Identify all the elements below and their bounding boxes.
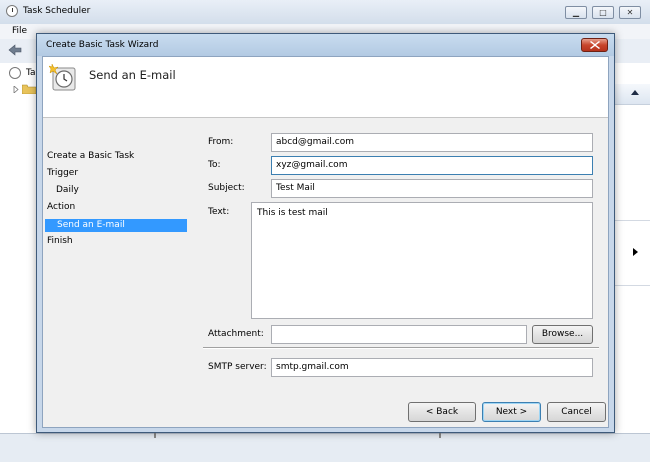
nav-step-trigger: Trigger xyxy=(47,168,79,178)
cancel-button[interactable]: Cancel xyxy=(547,402,606,422)
scheduled-task-clock-icon xyxy=(49,63,76,91)
nav-step-create-basic-task: Create a Basic Task xyxy=(47,151,135,161)
subject-field[interactable]: Test Mail xyxy=(271,179,593,198)
status-area xyxy=(0,433,650,462)
nav-step-action: Action xyxy=(47,202,76,212)
tree-expand-icon[interactable] xyxy=(13,86,19,93)
text-body-field[interactable]: This is test mail xyxy=(251,202,593,319)
wizard-close-button[interactable] xyxy=(581,38,608,52)
actions-separator xyxy=(615,220,650,221)
maximize-button[interactable]: □ xyxy=(592,6,614,19)
subject-label: Subject: xyxy=(208,183,245,193)
attachment-field[interactable] xyxy=(271,325,527,344)
task-scheduler-title: Task Scheduler xyxy=(23,6,91,16)
text-label: Text: xyxy=(208,207,230,217)
back-button[interactable]: < Back xyxy=(408,402,476,422)
create-basic-task-wizard: Create Basic Task Wizard Send an E-mail … xyxy=(36,33,615,433)
nav-step-finish: Finish xyxy=(47,236,73,246)
tree-root-label[interactable]: Ta xyxy=(26,68,36,78)
next-button[interactable]: Next > xyxy=(482,402,541,422)
wizard-header: Send an E-mail xyxy=(43,57,608,118)
submenu-arrow-icon[interactable] xyxy=(633,248,638,256)
from-field[interactable]: abcd@gmail.com xyxy=(271,133,593,152)
nav-step-daily: Daily xyxy=(56,185,79,195)
task-scheduler-titlebar xyxy=(0,0,650,24)
to-field[interactable]: xyz@gmail.com xyxy=(271,156,593,175)
navigation-tree-pane xyxy=(0,63,39,433)
to-label: To: xyxy=(208,160,221,170)
actions-separator xyxy=(615,285,650,286)
wizard-body: Send an E-mail Create a Basic Task Trigg… xyxy=(42,56,609,428)
wizard-title: Create Basic Task Wizard xyxy=(46,40,159,50)
menu-file[interactable]: File xyxy=(12,26,27,36)
attachment-label: Attachment: xyxy=(208,329,264,339)
task-scheduler-tree-icon xyxy=(9,67,21,79)
form-divider xyxy=(203,347,599,349)
close-icon xyxy=(590,41,600,49)
nav-step-send-email-selected: Send an E-mail xyxy=(45,219,187,232)
task-scheduler-clock-icon xyxy=(6,5,18,17)
minimize-button[interactable]: ▁ xyxy=(565,6,587,19)
browse-button[interactable]: Browse... xyxy=(532,325,593,344)
folder-icon xyxy=(22,84,36,94)
wizard-steps-nav: Create a Basic Task Trigger Daily Action… xyxy=(43,117,193,427)
smtp-server-field[interactable]: smtp.gmail.com xyxy=(271,358,593,377)
from-label: From: xyxy=(208,137,234,147)
nav-step-send-email: Send an E-mail xyxy=(57,220,125,230)
wizard-titlebar: Create Basic Task Wizard xyxy=(37,34,614,56)
collapse-up-icon[interactable] xyxy=(631,90,639,95)
back-arrow-icon[interactable] xyxy=(8,44,22,56)
smtp-server-label: SMTP server: xyxy=(208,362,267,372)
wizard-page-title: Send an E-mail xyxy=(89,68,176,82)
window-close-button[interactable]: ✕ xyxy=(619,6,641,19)
